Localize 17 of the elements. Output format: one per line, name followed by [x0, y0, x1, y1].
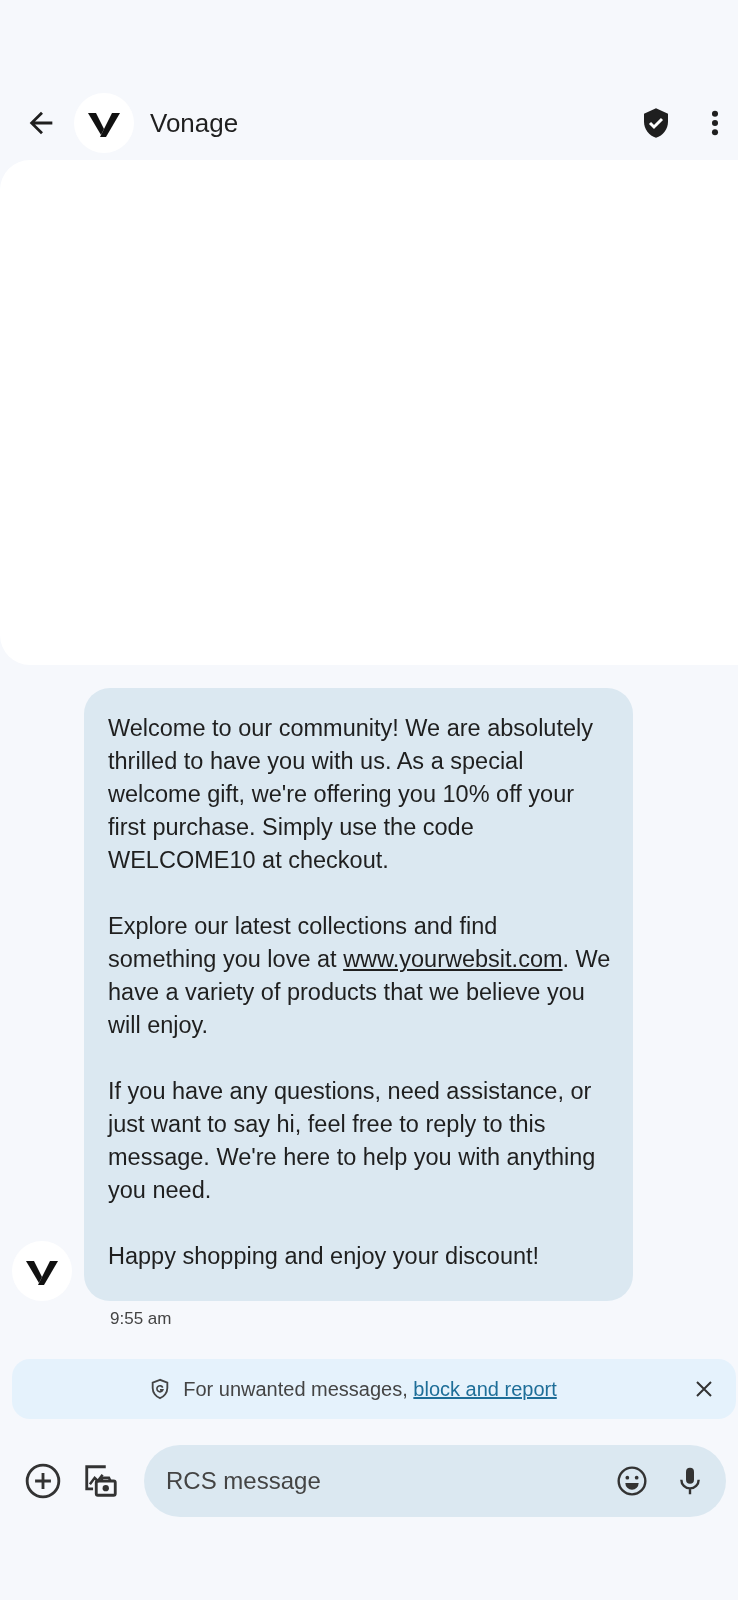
contact-name: Vonage: [150, 107, 240, 139]
message-input[interactable]: RCS message: [144, 1445, 726, 1517]
website-link[interactable]: www.yourwebsit.com: [343, 946, 563, 972]
close-icon[interactable]: [694, 1379, 714, 1399]
message-text: If you have any questions, need assistance, or just want to say hi, feel free to reply to this message. We're here to help you with anything you need.: [108, 1077, 597, 1205]
gallery-camera-icon[interactable]: [82, 1462, 120, 1500]
message-time: 9:55 am: [109, 1308, 173, 1329]
emoji-icon[interactable]: [616, 1465, 648, 1497]
message-text: Explore our latest collections and find something you love at www.yourwebsit.com. We have a variety of products that we believe you will enjoy.: [108, 912, 611, 1040]
more-menu-icon[interactable]: [710, 109, 720, 137]
logo-icon: [74, 93, 134, 153]
message-text: Happy shopping and enjoy your discount!: [108, 1242, 541, 1271]
message-text: Welcome to our community! We are absolutely thrilled to have you with us. As a special welcome gift, we're offering you 10% off your first purchase. Simply use the code WELCOME10 at checkout.: [108, 714, 594, 875]
add-icon[interactable]: [24, 1462, 62, 1500]
block-report-link[interactable]: block and report: [413, 1377, 557, 1400]
logo-icon: [12, 1241, 72, 1301]
banner-text: For unwanted messages, block and report: [183, 1377, 557, 1401]
